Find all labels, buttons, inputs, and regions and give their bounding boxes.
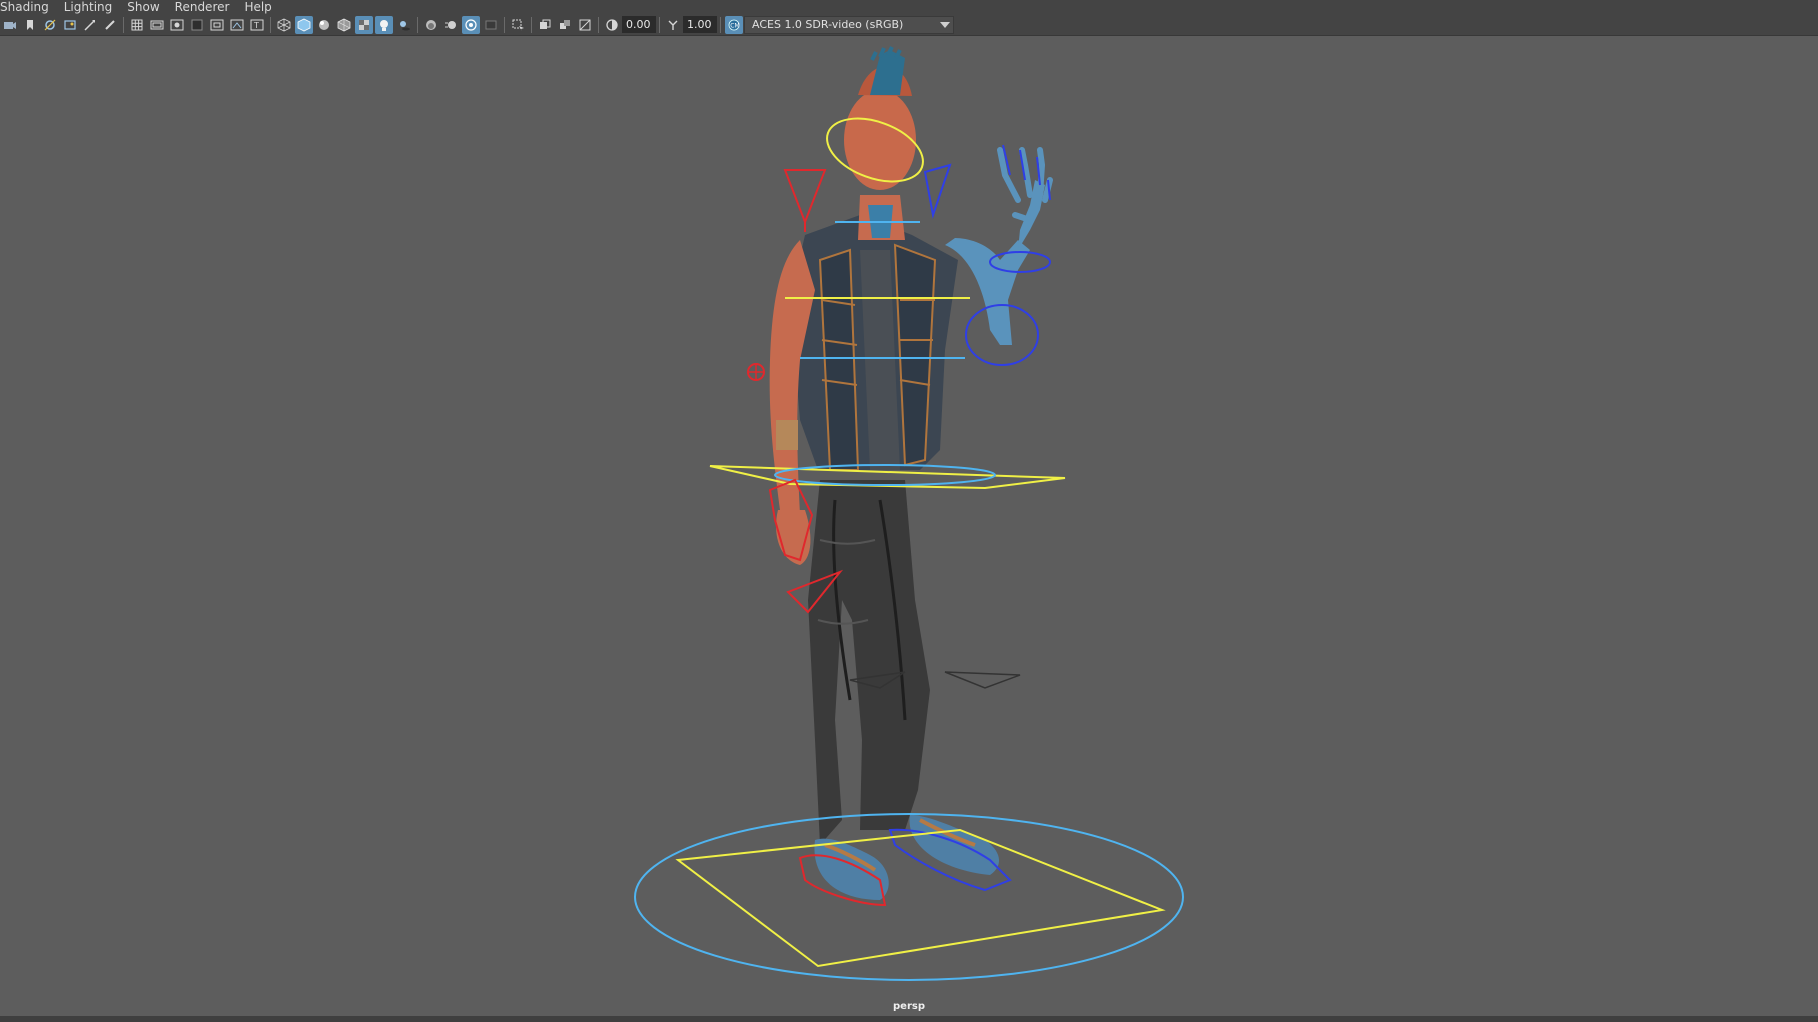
bookmark-icon[interactable] — [21, 16, 39, 34]
camera-name-label: persp — [893, 1001, 925, 1012]
toolbar-divider — [417, 16, 418, 33]
isolate-select-icon[interactable] — [509, 16, 527, 34]
chevron-down-icon — [940, 21, 950, 28]
panel-toolbar: T 0.00 1.00 CM ACES 1.0 SDR-video (sRGB) — [0, 14, 1818, 36]
xray-active-icon[interactable] — [576, 16, 594, 34]
right-knee-pole-control[interactable] — [944, 671, 1021, 689]
global-control[interactable] — [634, 813, 1184, 981]
toolbar-divider — [531, 16, 532, 33]
wireframe-on-shaded-icon[interactable] — [335, 16, 353, 34]
shadows-icon[interactable] — [395, 16, 413, 34]
menu-help[interactable]: Help — [244, 0, 279, 14]
menu-renderer[interactable]: Renderer — [175, 0, 238, 14]
toolbar-divider — [270, 16, 271, 33]
color-management-icon[interactable]: CM — [725, 15, 743, 34]
textured-icon[interactable] — [355, 15, 373, 34]
xray-joints-icon[interactable] — [556, 16, 574, 34]
motion-blur-icon[interactable] — [442, 16, 460, 34]
panel-bottom-border — [0, 1016, 1818, 1022]
toolbar-divider — [123, 16, 124, 33]
film-gate-icon[interactable] — [148, 16, 166, 34]
menu-lighting[interactable]: Lighting — [64, 0, 121, 14]
view-transform-value: ACES 1.0 SDR-video (sRGB) — [752, 18, 904, 31]
image-plane-icon[interactable] — [61, 16, 79, 34]
3d-viewport[interactable] — [0, 37, 1818, 1016]
toolbar-divider — [598, 16, 599, 33]
menu-bar: Shading Lighting Show Renderer Help — [0, 0, 1818, 14]
gamma-icon[interactable] — [664, 16, 682, 34]
grid-icon[interactable] — [128, 16, 146, 34]
toolbar-divider — [504, 16, 505, 33]
left-clavicle-control[interactable] — [783, 169, 827, 225]
svg-text:T: T — [253, 21, 259, 30]
exposure-field[interactable]: 0.00 — [622, 16, 656, 33]
safe-action-icon[interactable] — [228, 16, 246, 34]
menu-show[interactable]: Show — [127, 0, 167, 14]
gate-mask-icon[interactable] — [188, 16, 206, 34]
menu-shading[interactable]: Shading — [0, 0, 57, 14]
xray-icon[interactable] — [536, 16, 554, 34]
safe-title-icon[interactable]: T — [248, 16, 266, 34]
use-default-material-icon[interactable] — [315, 16, 333, 34]
camera-select-icon[interactable] — [1, 16, 19, 34]
right-clavicle-control[interactable] — [923, 163, 952, 219]
depth-of-field-icon[interactable] — [482, 16, 500, 34]
resolution-gate-icon[interactable] — [168, 16, 186, 34]
smooth-shade-icon[interactable] — [295, 15, 313, 34]
view-transform-dropdown[interactable]: ACES 1.0 SDR-video (sRGB) — [744, 15, 954, 34]
scene-canvas — [634, 46, 1184, 981]
field-chart-icon[interactable] — [208, 16, 226, 34]
main-placement-control[interactable] — [675, 828, 1166, 968]
camera-attributes-icon[interactable] — [41, 16, 59, 34]
exposure-icon[interactable] — [603, 16, 621, 34]
grease-pencil-icon[interactable] — [101, 16, 119, 34]
gamma-field[interactable]: 1.00 — [683, 16, 717, 33]
toolbar-divider — [720, 16, 721, 33]
anti-aliasing-icon[interactable] — [462, 15, 480, 34]
toolbar-divider — [659, 16, 660, 33]
svg-text:CM: CM — [730, 22, 739, 29]
wireframe-icon[interactable] — [275, 16, 293, 34]
screen-space-ao-icon[interactable] — [422, 16, 440, 34]
2d-pan-zoom-icon[interactable] — [81, 16, 99, 34]
lights-icon[interactable] — [375, 15, 393, 34]
